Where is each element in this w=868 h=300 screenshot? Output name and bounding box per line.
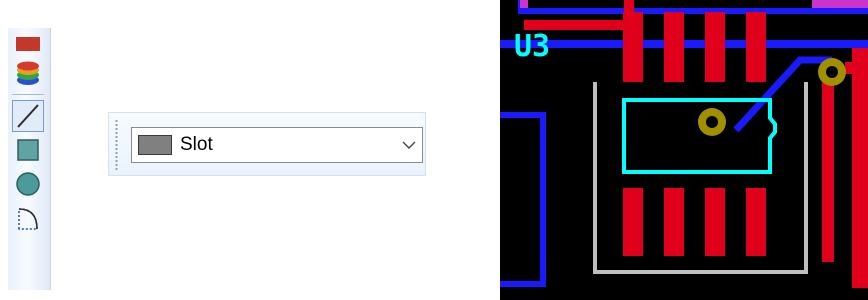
component-designator: U3	[514, 29, 550, 64]
rectangle-tool-icon[interactable]	[12, 134, 44, 166]
toolbar-grip[interactable]	[115, 119, 118, 171]
arc-tool-icon[interactable]	[12, 202, 44, 234]
layer-select-value: Slot	[180, 134, 213, 155]
layer-toolbar: Slot	[108, 112, 426, 176]
layer-color-icon[interactable]	[12, 28, 44, 60]
tool-palette	[8, 28, 51, 290]
layer-color-swatch	[138, 135, 172, 155]
layers-stack-icon[interactable]	[12, 58, 44, 90]
pcb-canvas[interactable]: U3	[500, 0, 868, 300]
palette-divider	[12, 94, 44, 95]
layer-select[interactable]: Slot	[131, 127, 423, 163]
circle-tool-icon[interactable]	[12, 168, 44, 200]
chevron-down-icon[interactable]	[396, 127, 422, 163]
line-tool-icon[interactable]	[12, 100, 44, 132]
